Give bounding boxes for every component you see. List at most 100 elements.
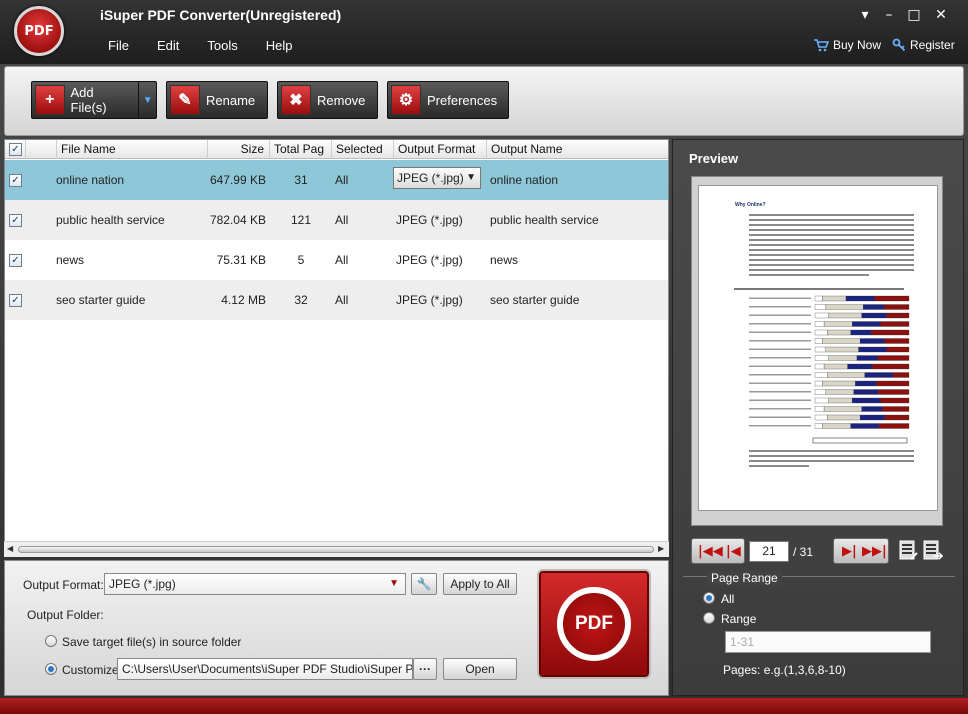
format-settings-button[interactable]: 🔧	[411, 573, 437, 595]
preview-text-line	[749, 450, 914, 452]
range-all-radio[interactable]	[703, 592, 715, 604]
app-window: PDF iSuper PDF Converter(Unregistered) ▾…	[0, 0, 968, 714]
wrench-icon: 🔧	[416, 577, 432, 591]
customize-radio[interactable]	[45, 663, 57, 675]
window-menu-button[interactable]: ▾	[854, 5, 876, 25]
cart-icon	[814, 39, 829, 52]
save-source-radio[interactable]	[45, 635, 57, 647]
chevron-down-icon: ▼	[466, 172, 476, 183]
minimize-button[interactable]: –	[878, 5, 900, 25]
header-output-name[interactable]: Output Name	[487, 140, 668, 159]
range-custom-label: Range	[721, 612, 757, 626]
output-name[interactable]: seo starter guide	[490, 280, 579, 320]
header-size[interactable]: Size	[208, 140, 270, 159]
row-checkbox[interactable]: ✓	[9, 294, 22, 307]
output-format-value[interactable]: JPEG (*.jpg)	[396, 280, 463, 320]
output-format-value[interactable]: JPEG (*.jpg)	[396, 200, 463, 240]
preview-chart-bar	[845, 295, 875, 302]
preview-chart-bar	[878, 423, 910, 429]
apply-to-all-button[interactable]: Apply to All	[443, 573, 517, 595]
row-checkbox[interactable]: ✓	[9, 174, 22, 187]
row-checkbox[interactable]: ✓	[9, 254, 22, 267]
next-page-icon[interactable]: ▶|	[842, 544, 857, 559]
remove-button[interactable]: ✖ Remove	[277, 81, 378, 119]
last-page-icon[interactable]: ▶▶|	[862, 544, 887, 559]
scroll-thumb[interactable]	[18, 546, 654, 553]
preview-chart-bar	[828, 397, 853, 404]
preview-text-line	[749, 274, 869, 276]
page-total: / 31	[793, 545, 814, 559]
preview-chart-bar	[880, 321, 910, 327]
output-format-value[interactable]: JPEG (*.jpg)	[396, 240, 463, 280]
browse-button[interactable]: ···	[413, 658, 437, 680]
preview-chart-bar	[859, 414, 885, 421]
first-page-icon[interactable]: |◀◀	[698, 544, 723, 559]
page-number-input[interactable]: 21	[749, 541, 789, 562]
menu-tools[interactable]: Tools	[195, 38, 249, 53]
table-row[interactable]: ✓ online nation 647.99 KB 31 All JPEG (*…	[5, 160, 668, 200]
select-all-checkbox[interactable]: ✓	[9, 143, 22, 156]
preview-chart-bar	[858, 346, 887, 353]
plus-icon: +	[35, 85, 65, 115]
preview-chart-bar	[822, 380, 856, 387]
header-total-pages[interactable]: Total Pag	[270, 140, 332, 159]
menu-help[interactable]: Help	[254, 38, 305, 53]
convert-button[interactable]: PDF	[539, 571, 649, 677]
file-name: seo starter guide	[56, 293, 146, 307]
preview-chart-bar	[827, 329, 851, 336]
preview-chart-bar	[828, 312, 862, 319]
preview-text-line	[749, 249, 914, 251]
output-path-field[interactable]: C:\Users\User\Documents\iSuper PDF Studi…	[117, 658, 413, 680]
preview-chart-bar	[884, 414, 910, 421]
buy-now-link[interactable]: Buy Now	[813, 38, 881, 52]
open-folder-button[interactable]: Open	[443, 658, 517, 680]
close-button[interactable]: ✕	[930, 5, 952, 25]
output-folder-label: Output Folder:	[27, 608, 104, 622]
preview-chart-bar	[850, 423, 880, 429]
window-title: iSuper PDF Converter(Unregistered)	[100, 7, 342, 23]
preferences-button[interactable]: ⚙ Preferences	[387, 81, 509, 119]
header-output-format[interactable]: Output Format	[394, 140, 487, 159]
table-row[interactable]: ✓ news 75.31 KB 5 All JPEG (*.jpg) news	[5, 240, 668, 280]
range-custom-radio[interactable]	[703, 612, 715, 624]
preview-chart-bar	[814, 295, 823, 302]
output-name[interactable]: news	[490, 240, 518, 280]
maximize-button[interactable]: □	[903, 5, 925, 25]
rename-button[interactable]: ✎ Rename	[166, 81, 268, 119]
row-checkbox[interactable]: ✓	[9, 214, 22, 227]
preview-chart-bar	[814, 414, 828, 421]
chevron-down-icon[interactable]: ▼	[138, 82, 156, 118]
table-header: ✓ File Name Size Total Pag Selected Outp…	[5, 140, 668, 159]
export-document-icon[interactable]	[923, 540, 943, 562]
add-files-button[interactable]: + Add File(s) ▼	[31, 81, 157, 119]
output-name[interactable]: public health service	[490, 200, 599, 240]
preview-chart-bar	[863, 304, 885, 310]
file-name: public health service	[56, 213, 165, 227]
menu-file[interactable]: File	[96, 38, 141, 53]
table-row[interactable]: ✓ seo starter guide 4.12 MB 32 All JPEG …	[5, 280, 668, 320]
output-settings-panel: Output Format: JPEG (*.jpg) ▼ 🔧 Apply to…	[4, 560, 669, 696]
preview-chart-bar	[861, 312, 887, 319]
preview-chart-thumbnail	[729, 286, 919, 446]
prev-page-icon[interactable]: |◀	[726, 544, 741, 559]
output-name[interactable]: online nation	[490, 160, 558, 200]
output-format-dropdown[interactable]: JPEG (*.jpg) ▼	[104, 573, 406, 595]
preview-chart-bar	[823, 406, 862, 412]
register-link[interactable]: Register	[892, 38, 955, 52]
table-row[interactable]: ✓ public health service 782.04 KB 121 Al…	[5, 200, 668, 240]
page-range-input[interactable]: 1-31	[725, 631, 931, 653]
preview-chart-bar	[814, 363, 825, 370]
edit-document-icon[interactable]	[899, 540, 919, 562]
scroll-left-icon[interactable]: ◀	[7, 544, 13, 553]
output-format-select[interactable]: JPEG (*.jpg) ▼	[393, 167, 481, 189]
preview-chart-bar	[852, 397, 881, 404]
header-file-name[interactable]: File Name	[57, 140, 208, 159]
preview-chart-bar	[855, 380, 877, 387]
scroll-right-icon[interactable]: ▶	[658, 544, 664, 553]
preview-title: Preview	[689, 151, 739, 166]
header-selected[interactable]: Selected	[332, 140, 394, 159]
horizontal-scrollbar[interactable]: ◀ ▶	[4, 541, 669, 557]
menu-edit[interactable]: Edit	[145, 38, 191, 53]
preview-chart-label	[749, 348, 811, 350]
total-pages: 31	[294, 173, 308, 187]
